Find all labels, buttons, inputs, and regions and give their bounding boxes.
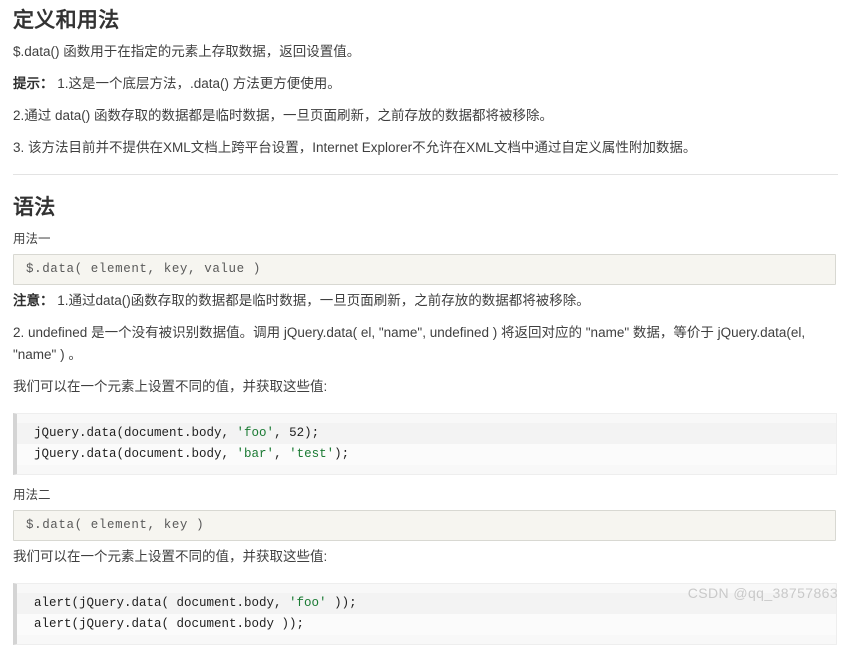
code-line: jQuery.data(document.body, 'foo', 52); [17,423,836,444]
definition-paragraph-4: 3. 该方法目前并不提供在XML文档上跨平台设置，Internet Explor… [13,132,838,164]
definition-paragraph-1-text: $.data() 函数用于在指定的元素上存取数据，返回设置值。 [13,44,361,59]
definition-paragraph-2: 提示： 1.这是一个底层方法，.data() 方法更方便使用。 [13,68,838,100]
usage-two-note: 我们可以在一个元素上设置不同的值，并获取这些值: [13,541,838,573]
definition-paragraph-4-text: 3. 该方法目前并不提供在XML文档上跨平台设置，Internet Explor… [13,140,697,155]
syntax-signature-usage-two: $.data( element, key ) [13,510,836,541]
code-block-usage-one[interactable]: jQuery.data(document.body, 'foo', 52); jQ… [13,413,837,475]
definition-paragraph-3: 2.通过 data() 函数存取的数据都是临时数据，一旦页面刷新，之前存放的数据… [13,100,838,132]
code-line: alert(jQuery.data( document.body )); [17,614,836,635]
code-token-plain: alert(jQuery.data( document.body )); [34,617,305,631]
code-token-str: 'test' [289,447,335,461]
code-line: jQuery.data(document.body, 'bar', 'test'… [17,444,836,465]
syntax-paragraph-2-text: 2. undefined 是一个没有被识别数据值。调用 jQuery.data(… [13,325,806,362]
syntax-paragraph-1-text: 1.通过data()函数存取的数据都是临时数据，一旦页面刷新，之前存放的数据都将… [53,293,590,308]
section-syntax: 语法 用法一 $.data( element, key, value ) 注意：… [13,187,838,645]
syntax-paragraph-1: 注意： 1.通过data()函数存取的数据都是临时数据，一旦页面刷新，之前存放的… [13,285,838,317]
code-token-plain: )); [326,596,357,610]
code-token-plain: ); [304,426,320,440]
code-token-plain: jQuery.data(document.body, [34,426,237,440]
syntax-paragraph-2: 2. undefined 是一个没有被识别数据值。调用 jQuery.data(… [13,317,838,371]
syntax-signature-usage-one: $.data( element, key, value ) [13,254,836,285]
usage-two-label: 用法二 [13,488,51,502]
code-token-str: 'foo' [236,426,275,440]
page-title-definition: 定义和用法 [13,9,120,32]
section-definition: 定义和用法 $.data() 函数用于在指定的元素上存取数据，返回设置值。 提示… [13,0,838,164]
syntax-paragraph-3: 我们可以在一个元素上设置不同的值，并获取这些值: [13,371,838,403]
page-title-syntax: 语法 [13,196,56,219]
usage-two-note-text: 我们可以在一个元素上设置不同的值，并获取这些值: [13,549,328,564]
syntax-paragraph-1-bold: 注意： [13,293,54,308]
document-page: 定义和用法 $.data() 函数用于在指定的元素上存取数据，返回设置值。 提示… [0,0,848,645]
code-token-plain: ); [334,447,350,461]
usage-one-label: 用法一 [13,232,51,246]
code-token-plain: jQuery.data(document.body, [34,447,237,461]
definition-paragraph-3-text: 2.通过 data() 函数存取的数据都是临时数据，一旦页面刷新，之前存放的数据… [13,108,554,123]
code-token-plain: , [274,426,290,440]
code-token-plain: alert(jQuery.data( document.body, [34,596,290,610]
section-divider [13,174,838,175]
definition-paragraph-2-text: 1.这是一个底层方法，.data() 方法更方便使用。 [53,76,341,91]
csdn-watermark: CSDN @qq_38757863 [687,585,838,601]
definition-paragraph-1: $.data() 函数用于在指定的元素上存取数据，返回设置值。 [13,36,838,68]
code-token-str: 'bar' [236,447,275,461]
syntax-paragraph-3-text: 我们可以在一个元素上设置不同的值，并获取这些值: [13,379,328,394]
code-token-plain: , [274,447,290,461]
code-token-str: 'foo' [289,596,327,610]
definition-paragraph-2-bold: 提示： [13,76,54,91]
code-token-num: 52 [289,426,305,440]
